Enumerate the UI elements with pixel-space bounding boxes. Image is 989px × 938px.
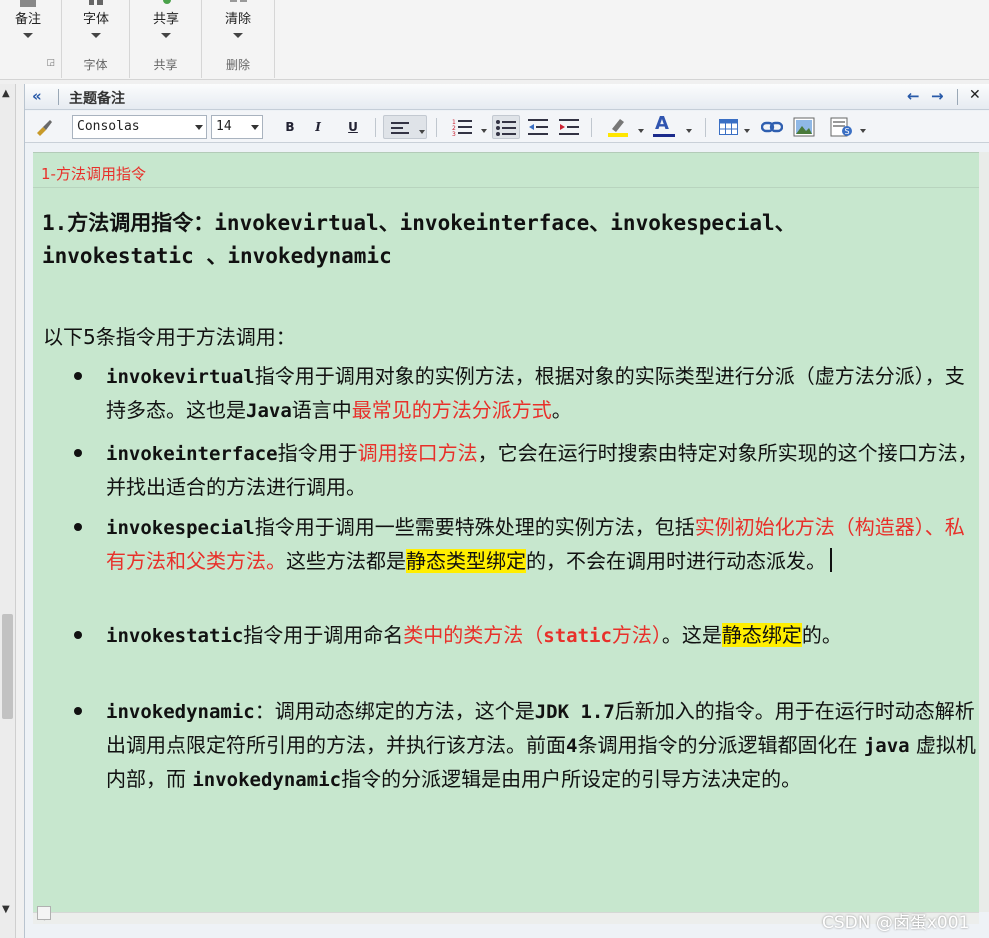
- collapse-panel-icon[interactable]: «: [32, 87, 42, 105]
- font-icon: [89, 0, 103, 5]
- insert-symbol-icon: S: [830, 117, 852, 137]
- chevron-down-icon: [686, 129, 692, 133]
- note-title: 1-方法调用指令: [41, 165, 146, 183]
- panel-title: 主题备注: [69, 91, 125, 107]
- ribbon-group-font: 字体 字体: [62, 0, 130, 78]
- resize-grip-icon[interactable]: [37, 906, 51, 920]
- font-color-icon: A: [655, 113, 669, 134]
- font-button[interactable]: 字体: [72, 0, 120, 38]
- insert-table-button[interactable]: [713, 115, 753, 139]
- ribbon-group-delete: 清除 删除: [202, 0, 275, 78]
- align-left-button[interactable]: [383, 115, 427, 139]
- chevron-down-icon: [233, 33, 243, 38]
- notes-button[interactable]: 备注: [6, 0, 50, 38]
- insert-link-button[interactable]: [759, 115, 785, 139]
- left-scroll-strip: ▲ ▼: [0, 84, 16, 938]
- chevron-down-icon: [419, 130, 425, 134]
- toolbar-divider: [436, 118, 437, 137]
- chevron-down-icon: [195, 125, 203, 130]
- toolbar-divider: [375, 118, 376, 137]
- left-scrollbar-thumb[interactable]: [2, 614, 13, 719]
- editor-vertical-scrollbar[interactable]: [979, 152, 989, 912]
- highlight-color-button[interactable]: [601, 115, 645, 139]
- title-divider: [957, 89, 958, 105]
- indent-icon: [559, 119, 579, 135]
- bullet-icon: [74, 449, 82, 457]
- chevron-down-icon: [251, 125, 259, 130]
- ribbon-group-notes: 备注 ◲: [0, 0, 62, 78]
- insert-symbol-button[interactable]: S: [825, 115, 869, 139]
- insert-image-button[interactable]: [791, 115, 817, 139]
- ribbon: 备注 ◲ 字体 字体 共享 共享 清除 删除: [0, 0, 989, 80]
- bullet-icon: [74, 523, 82, 531]
- brush-icon[interactable]: [31, 115, 55, 139]
- panel-title-bar: « 主题备注 ← → ✕: [25, 84, 989, 110]
- font-color-swatch: [653, 134, 675, 137]
- title-divider: [58, 89, 59, 105]
- note-title-divider: [33, 187, 989, 188]
- numbered-list-button[interactable]: 123: [445, 115, 489, 139]
- underline-button[interactable]: U: [342, 115, 364, 139]
- outdent-button[interactable]: [525, 115, 553, 139]
- watermark: CSDN @卤蛋x001: [822, 913, 970, 933]
- toolbar-divider: [591, 118, 592, 137]
- note-editor[interactable]: 1-方法调用指令 1.方法调用指令：invokevirtual、invokein…: [33, 152, 989, 912]
- chevron-down-icon: [161, 33, 171, 38]
- numbered-list-icon: 123: [452, 119, 472, 138]
- link-icon: [760, 121, 784, 133]
- bullet-icon: [74, 631, 82, 639]
- chevron-down-icon: [23, 33, 33, 38]
- close-icon[interactable]: ✕: [969, 87, 981, 103]
- arrow-left-icon[interactable]: ←: [907, 87, 920, 105]
- ibeam-cursor-icon: I: [478, 735, 486, 756]
- toolbar-divider: [705, 118, 706, 137]
- outdent-icon: [528, 119, 548, 135]
- chevron-up-icon[interactable]: ▲: [2, 88, 10, 99]
- share-button[interactable]: 共享: [142, 0, 190, 38]
- bullet-list-button[interactable]: [492, 115, 520, 139]
- bullet-icon: [74, 372, 82, 380]
- dialog-launcher-icon[interactable]: ◲: [46, 58, 55, 68]
- text-caret: [830, 548, 832, 572]
- chevron-down-icon: [91, 33, 101, 38]
- table-icon: [719, 119, 738, 135]
- topic-notes-panel: « 主题备注 ← → ✕ Consolas 14 B I U 123 A S 1…: [24, 84, 989, 938]
- font-color-button[interactable]: A: [651, 113, 695, 139]
- svg-text:3: 3: [452, 131, 456, 136]
- arrow-right-icon[interactable]: →: [931, 87, 944, 105]
- highlighter-icon: [608, 119, 628, 137]
- italic-button[interactable]: I: [307, 115, 329, 139]
- chevron-down-icon: [638, 129, 644, 133]
- font-family-select[interactable]: Consolas: [72, 115, 207, 139]
- note-heading: 1.方法调用指令：invokevirtual、invokeinterface、i…: [42, 211, 796, 268]
- chevron-down-icon: [860, 129, 866, 133]
- indent-button[interactable]: [556, 115, 584, 139]
- format-toolbar: Consolas 14 B I U 123 A S: [25, 111, 989, 143]
- bullet-list-icon: [496, 120, 516, 136]
- align-left-icon: [391, 122, 409, 134]
- chevron-down-icon: [744, 129, 750, 133]
- chevron-down-icon[interactable]: ▼: [2, 904, 10, 915]
- share-icon: [163, 0, 171, 4]
- image-icon: [793, 117, 815, 137]
- ribbon-group-share: 共享 共享: [130, 0, 202, 78]
- clear-button[interactable]: 清除: [214, 0, 262, 38]
- svg-text:S: S: [845, 127, 850, 136]
- bold-button[interactable]: B: [279, 115, 301, 139]
- chevron-down-icon: [481, 129, 487, 133]
- note-intro: 以下5条指令用于方法调用：: [43, 325, 296, 349]
- eraser-icon: [230, 0, 247, 2]
- font-size-select[interactable]: 14: [211, 115, 263, 139]
- notes-icon: [20, 0, 36, 7]
- bullet-icon: [74, 707, 82, 715]
